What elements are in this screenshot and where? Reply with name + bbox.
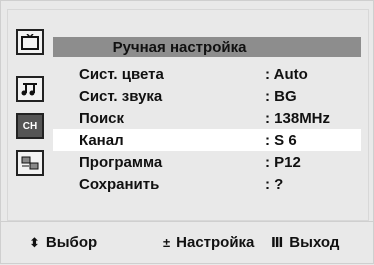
menu-row-search[interactable]: Поиск : 138MHz [53,107,361,129]
setup-icon[interactable] [16,150,44,176]
footer-select-hint: ⬍ Выбор [29,234,97,251]
menu-row-value: : ? [265,175,284,193]
menu-title-bar: Ручная настройка [53,37,361,57]
footer-divider [1,221,374,222]
menu-row-label: Поиск [79,109,125,127]
menu-row-value: : Auto [265,65,308,83]
menu-row-channel[interactable]: Канал : S 6 [53,129,361,151]
menu-row-label: Канал [79,131,124,149]
menu-row-sound-system[interactable]: Сист. звука : BG [53,85,361,107]
footer-select-label: Выбор [45,234,98,251]
channel-icon[interactable]: CH [16,113,44,139]
footer-adjust-label: Настройка [176,234,255,251]
menu-row-value: : S 6 [265,131,297,149]
osd-footer: ⬍ Выбор ± Настройка Ⅲ Выход [1,221,374,265]
plus-minus-icon: ± [163,235,171,250]
menu-category-sidebar: CH [13,29,47,189]
tv-screen: CH Ручная настройка Сист. цвета : Auto С… [0,0,374,264]
menu-row-label: Сист. цвета [79,65,164,83]
picture-icon[interactable] [16,29,44,55]
channel-icon-label: CH [22,120,38,132]
footer-adjust-hint: ± Настройка [163,234,254,251]
menu-row-label: Сист. звука [79,87,163,105]
menu-row-label: Сохранить [79,175,160,193]
menu-exit-icon: Ⅲ [271,234,284,250]
menu-row-value: : BG [265,87,297,105]
menu-row-label: Программа [79,153,163,171]
sound-icon[interactable] [16,76,44,102]
menu-row-color-system[interactable]: Сист. цвета : Auto [53,63,361,85]
music-note-glyph [21,83,37,96]
setup-glyph [21,156,39,170]
menu-row-save[interactable]: Сохранить : ? [53,173,361,195]
footer-exit-hint: Ⅲ Выход [271,234,339,251]
footer-exit-label: Выход [289,234,340,251]
menu-row-value: : P12 [265,153,301,171]
tv-glyph [21,34,39,50]
menu-row-value: : 138MHz [265,109,331,127]
menu-row-program[interactable]: Программа : P12 [53,151,361,173]
menu-title: Ручная настройка [112,38,247,56]
manual-tuning-menu: Сист. цвета : Auto Сист. звука : BG Поис… [53,63,361,195]
updown-arrow-icon: ⬍ [29,234,40,250]
